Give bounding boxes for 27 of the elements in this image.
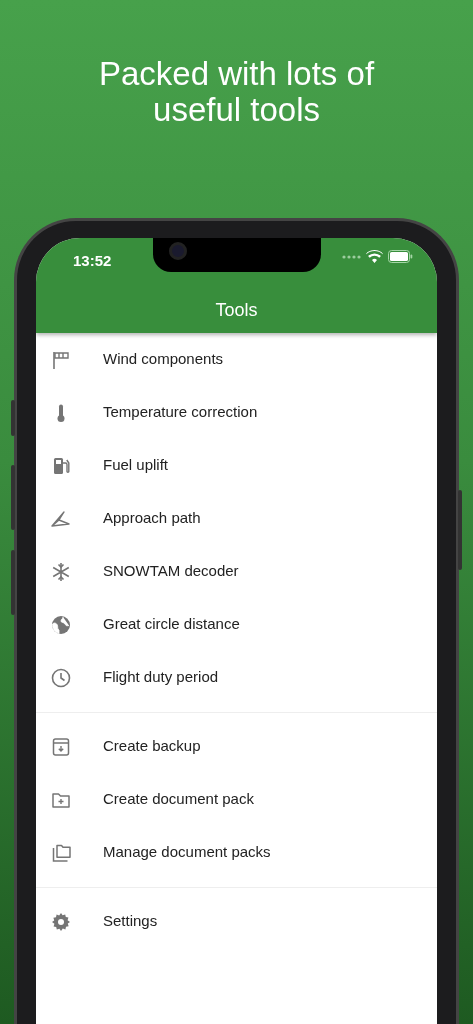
- paper-plane-icon: [51, 508, 71, 529]
- clock-icon: [51, 667, 71, 688]
- archive-box-icon: [51, 736, 71, 757]
- tool-list-item[interactable]: SNOWTAM decoder: [36, 545, 437, 598]
- tool-list-item[interactable]: Fuel uplift: [36, 439, 437, 492]
- tool-list-item[interactable]: Flight duty period: [36, 651, 437, 704]
- tool-list-item[interactable]: Temperature correction: [36, 386, 437, 439]
- folders-icon: [51, 842, 71, 863]
- snowflake-icon: [51, 561, 71, 582]
- tool-list-item[interactable]: Approach path: [36, 492, 437, 545]
- windsock-icon: [51, 349, 71, 370]
- signal-icon: [342, 254, 362, 260]
- tool-list-item[interactable]: Wind components: [36, 333, 437, 386]
- app-bar-title: Tools: [215, 299, 258, 322]
- battery-icon: [388, 250, 413, 263]
- wifi-icon: [366, 250, 383, 263]
- tool-list-item[interactable]: Create document pack: [36, 773, 437, 826]
- fuel-pump-icon: [51, 455, 71, 476]
- globe-icon: [51, 614, 71, 635]
- tool-list-item[interactable]: Manage document packs: [36, 826, 437, 879]
- camera-icon: [169, 242, 187, 260]
- tool-list-item[interactable]: Create backup: [36, 720, 437, 773]
- settings-icon: [51, 911, 71, 932]
- tool-list-item[interactable]: Settings: [36, 895, 437, 948]
- tool-list-item[interactable]: Great circle distance: [36, 598, 437, 651]
- status-time: 13:52: [73, 251, 112, 271]
- headline: Packed with lots of useful tools: [97, 54, 376, 130]
